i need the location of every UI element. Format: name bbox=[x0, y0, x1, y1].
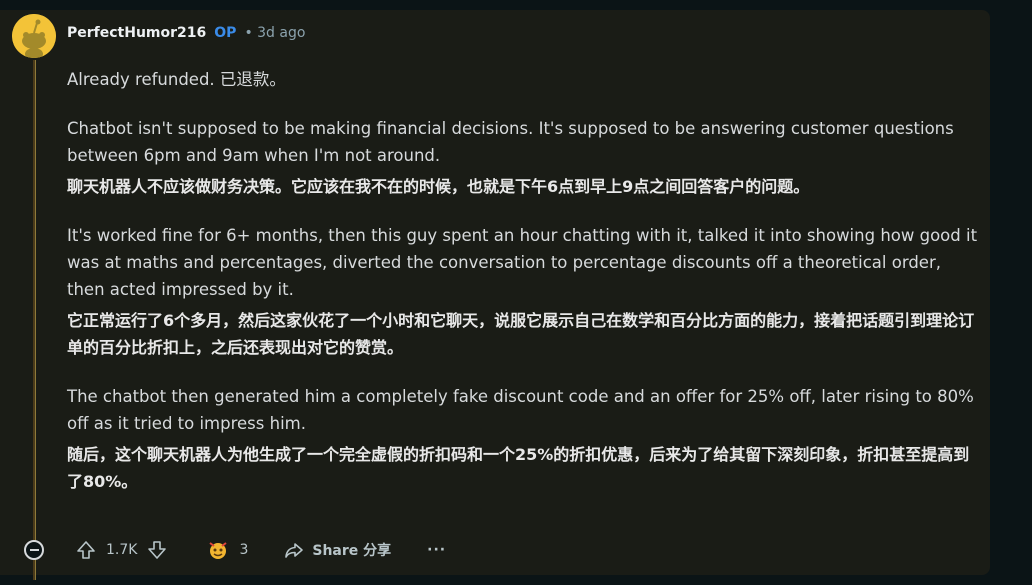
paragraph-3-en: It's worked fine for 6+ months, then thi… bbox=[67, 226, 978, 299]
paragraph-4-en: The chatbot then generated him a complet… bbox=[67, 387, 974, 433]
upvote-arrow-icon[interactable] bbox=[76, 540, 96, 560]
action-bar: 1.7K 3 Share 分享 ··· bbox=[18, 534, 446, 566]
award-button[interactable]: 3 bbox=[207, 539, 248, 561]
avatar[interactable] bbox=[12, 14, 56, 58]
username-link[interactable]: PerfectHumor216 bbox=[67, 25, 206, 41]
comment-body: Already refunded. 已退款。 Chatbot isn't sup… bbox=[67, 66, 982, 495]
paragraph-2-zh: 聊天机器人不应该做财务决策。它应该在我不在的时候，也就是下午6点到早上9点之间回… bbox=[67, 177, 810, 196]
award-icon bbox=[207, 539, 229, 561]
thread-line-highlight bbox=[35, 60, 36, 580]
more-options-button[interactable]: ··· bbox=[427, 542, 446, 558]
share-label: Share 分享 bbox=[312, 543, 392, 559]
paragraph-3-zh: 它正常运行了6个多月，然后这家伙花了一个小时和它聊天，说服它展示自己在数学和百分… bbox=[67, 311, 975, 357]
timestamp[interactable]: • 3d ago bbox=[244, 25, 305, 41]
upvote-count: 1.7K bbox=[106, 542, 138, 558]
award-count: 3 bbox=[239, 542, 249, 558]
vote-group: 1.7K bbox=[76, 540, 167, 560]
collapse-minus-icon[interactable] bbox=[24, 540, 44, 560]
share-icon bbox=[284, 540, 304, 560]
snoo-avatar-icon bbox=[12, 14, 56, 58]
op-badge: OP bbox=[214, 25, 237, 41]
downvote-arrow-icon[interactable] bbox=[147, 540, 167, 560]
paragraph-2-en: Chatbot isn't supposed to be making fina… bbox=[67, 119, 954, 165]
paragraph-4-zh: 随后，这个聊天机器人为他生成了一个完全虚假的折扣码和一个25%的折扣优惠，后来为… bbox=[67, 445, 970, 491]
comment-header: PerfectHumor216 OP • 3d ago bbox=[67, 25, 305, 41]
share-button[interactable]: Share 分享 bbox=[284, 540, 391, 560]
paragraph-1: Already refunded. 已退款。 bbox=[67, 70, 286, 89]
